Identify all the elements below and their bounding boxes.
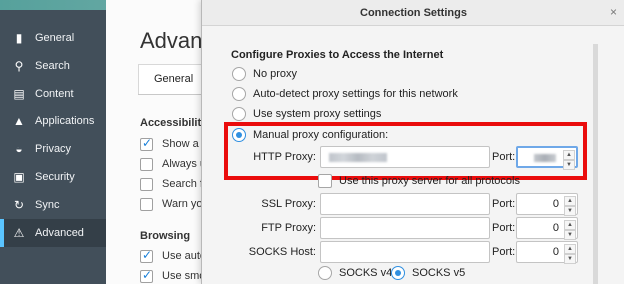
accessibility-label-1: Show a t: [162, 138, 205, 150]
socks-port-value: 0: [552, 246, 559, 258]
chevron-down-icon[interactable]: ▼: [564, 206, 576, 216]
wizard-hat-icon: ⚠: [13, 226, 25, 240]
connection-settings-dialog: Connection Settings × Configure Proxies …: [201, 0, 624, 284]
section-browsing: Browsing: [140, 230, 191, 242]
sidebar-item-label: Advanced: [35, 227, 84, 239]
sidebar-item-search[interactable]: ⚲ Search: [0, 52, 106, 80]
ftp-proxy-input[interactable]: [320, 217, 490, 239]
content-icon: ▤: [13, 87, 25, 101]
browsing-checkbox-1[interactable]: [140, 248, 153, 263]
annotation-highlight-box: [224, 122, 587, 180]
sidebar-item-content[interactable]: ▤ Content: [0, 80, 106, 108]
port-spinner[interactable]: ▲ ▼: [564, 244, 576, 264]
sidebar-item-privacy[interactable]: ◒ Privacy: [0, 135, 106, 163]
sync-icon: ↻: [13, 198, 25, 212]
accessibility-checkbox-4[interactable]: [140, 198, 153, 211]
socks-v5-label: SOCKS v5: [412, 267, 466, 279]
port-spinner[interactable]: ▲ ▼: [564, 196, 576, 216]
chevron-up-icon[interactable]: ▲: [564, 220, 576, 230]
sidebar-item-label: General: [35, 32, 75, 44]
socks-host-label: SOCKS Host:: [248, 246, 316, 258]
auto-detect-radio[interactable]: [232, 87, 246, 101]
sidebar-item-label: Search: [35, 60, 70, 72]
dialog-title: Connection Settings: [360, 7, 467, 19]
accessibility-label-2: Always u: [162, 158, 206, 170]
section-accessibility: Accessibility: [140, 117, 206, 129]
tab-general[interactable]: General: [138, 64, 206, 94]
sidebar: ▮ General ⚲ Search ▤ Content ▲ Applicati…: [0, 0, 206, 284]
auto-detect-label: Auto-detect proxy settings for this netw…: [253, 88, 458, 100]
proxy-section-heading: Configure Proxies to Access the Internet: [231, 49, 444, 61]
system-proxy-radio[interactable]: [232, 107, 246, 121]
socks-port-stepper[interactable]: 0 ▲ ▼: [516, 241, 578, 264]
page-title: Advanc: [140, 28, 206, 53]
system-proxy-label: Use system proxy settings: [253, 108, 382, 120]
ssl-proxy-input[interactable]: [320, 193, 490, 215]
tab-divider: [138, 94, 206, 95]
chevron-down-icon[interactable]: ▼: [564, 230, 576, 240]
ssl-port-value: 0: [552, 198, 559, 210]
search-icon: ⚲: [14, 59, 24, 73]
use-for-all-checkbox[interactable]: [318, 174, 332, 188]
ssl-port-stepper[interactable]: 0 ▲ ▼: [516, 193, 578, 216]
browsing-label-2: Use smo: [162, 270, 206, 282]
no-proxy-label: No proxy: [253, 68, 298, 80]
ssl-port-label: Port:: [492, 198, 516, 210]
sidebar-item-advanced[interactable]: ⚠ Advanced: [0, 219, 106, 247]
ssl-proxy-label: SSL Proxy:: [261, 198, 316, 210]
browsing-checkbox-2[interactable]: [140, 268, 153, 283]
socks-v4-radio[interactable]: [318, 266, 332, 280]
accessibility-label-4: Warn yo: [162, 198, 203, 210]
socks-v4-label: SOCKS v4: [339, 267, 393, 279]
preferences-page: Advanc General Accessibility Show a t Al…: [106, 0, 206, 284]
chevron-up-icon[interactable]: ▲: [564, 196, 576, 206]
mask-icon: ◒: [15, 142, 23, 156]
accessibility-checkbox-3[interactable]: [140, 178, 153, 191]
accessibility-checkbox-2[interactable]: [140, 158, 153, 171]
sidebar-item-label: Applications: [35, 115, 95, 127]
sidebar-item-label: Security: [35, 171, 75, 183]
chevron-down-icon[interactable]: ▼: [564, 254, 576, 264]
rocket-icon: ▲: [13, 114, 25, 128]
lock-icon: ▣: [13, 170, 25, 184]
sidebar-item-sync[interactable]: ↻ Sync: [0, 191, 106, 219]
socks-port-label: Port:: [492, 246, 516, 258]
switch-icon: ▮: [15, 31, 23, 45]
ftp-port-label: Port:: [492, 222, 516, 234]
socks-host-input[interactable]: [320, 241, 490, 263]
port-spinner[interactable]: ▲ ▼: [564, 220, 576, 240]
use-for-all-label: Use this proxy server for all protocols: [339, 175, 520, 187]
sidebar-item-label: Content: [35, 88, 74, 100]
ftp-port-value: 0: [552, 222, 559, 234]
sidebar-item-label: Sync: [35, 199, 60, 211]
dialog-titlebar: Connection Settings ×: [202, 0, 624, 26]
sidebar-item-security[interactable]: ▣ Security: [0, 163, 106, 191]
ftp-port-stepper[interactable]: 0 ▲ ▼: [516, 217, 578, 240]
accessibility-checkbox-1[interactable]: [140, 136, 153, 151]
ftp-proxy-label: FTP Proxy:: [261, 222, 316, 234]
sidebar-item-label: Privacy: [35, 143, 72, 155]
sidebar-item-general[interactable]: ▮ General: [0, 24, 106, 52]
close-icon[interactable]: ×: [610, 5, 617, 19]
dialog-scrollbar[interactable]: [593, 44, 598, 284]
socks-v5-radio[interactable]: [391, 266, 405, 280]
browsing-label-1: Use auto: [162, 250, 206, 262]
chevron-up-icon[interactable]: ▲: [564, 244, 576, 254]
no-proxy-radio[interactable]: [232, 67, 246, 81]
sidebar-item-applications[interactable]: ▲ Applications: [0, 107, 106, 135]
accessibility-label-3: Search fo: [162, 178, 206, 190]
